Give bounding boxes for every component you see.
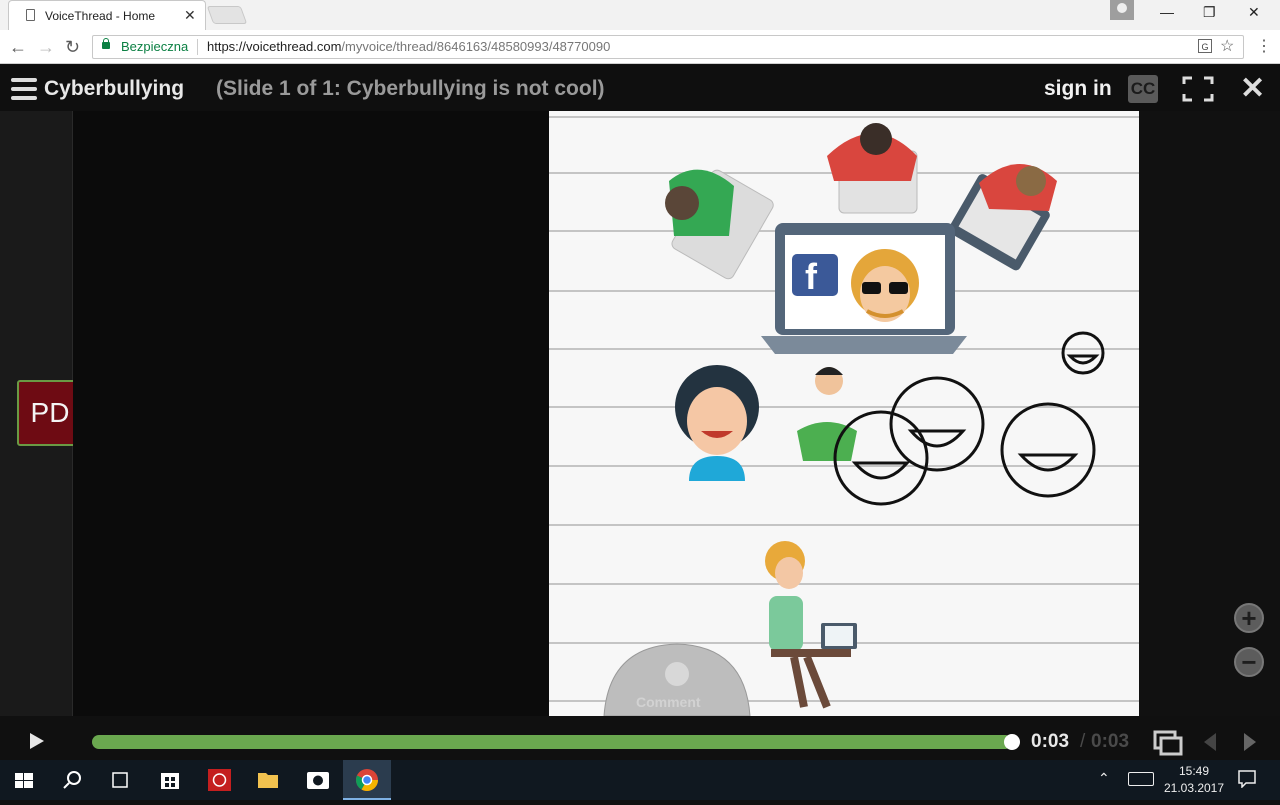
reload-icon[interactable]: ↻ bbox=[65, 37, 80, 58]
restore-icon[interactable]: ❐ bbox=[1203, 4, 1216, 21]
fullscreen-icon[interactable] bbox=[1182, 76, 1214, 102]
person-top-left bbox=[665, 169, 774, 280]
person-top-center bbox=[827, 123, 918, 214]
progress-handle[interactable] bbox=[1004, 734, 1020, 750]
previous-slide-icon[interactable] bbox=[1204, 733, 1216, 751]
secure-label: Bezpieczna bbox=[121, 39, 189, 54]
tab-title: VoiceThread - Home bbox=[45, 9, 156, 23]
camera-app-icon[interactable] bbox=[294, 760, 342, 800]
lock-icon bbox=[102, 38, 110, 49]
forward-icon[interactable]: → bbox=[37, 37, 55, 58]
file-explorer-icon[interactable] bbox=[244, 760, 292, 800]
sad-person-at-laptop bbox=[765, 541, 857, 709]
bookmark-star-icon[interactable]: ☆ bbox=[1220, 36, 1234, 56]
sign-in-link[interactable]: sign in bbox=[1044, 77, 1112, 101]
slide-image: f bbox=[549, 111, 1139, 716]
laptop-facebook: f bbox=[761, 223, 967, 354]
notifications-icon[interactable] bbox=[1238, 770, 1256, 788]
laughing-girl bbox=[675, 365, 759, 481]
profile-icon[interactable] bbox=[1110, 0, 1134, 20]
search-icon[interactable] bbox=[48, 760, 96, 800]
store-icon[interactable] bbox=[146, 760, 194, 800]
slide-info: (Slide 1 of 1: Cyberbullying is not cool… bbox=[216, 77, 605, 100]
browser-tab[interactable]: VoiceThread - Home ✕ bbox=[8, 0, 206, 30]
url-path: /myvoice/thread/8646163/48580993/4877009… bbox=[341, 39, 611, 54]
close-viewer-icon[interactable]: ✕ bbox=[1240, 74, 1265, 104]
svg-text:f: f bbox=[805, 256, 818, 297]
tray-chevron-icon[interactable]: ⌃ bbox=[1098, 770, 1110, 787]
browser-menu-icon[interactable]: ⋮ bbox=[1256, 36, 1272, 56]
window-close-icon[interactable]: ✕ bbox=[1248, 4, 1260, 21]
divider bbox=[197, 39, 198, 55]
current-time: 0:03 bbox=[1031, 731, 1070, 752]
page-icon bbox=[26, 9, 35, 21]
cyberbullying-illustration: f bbox=[549, 116, 1139, 716]
translate-icon[interactable]: G bbox=[1198, 39, 1212, 53]
stage-background bbox=[73, 111, 549, 716]
total-time: 0:03 bbox=[1091, 731, 1130, 752]
closed-captions-button[interactable]: CC bbox=[1128, 75, 1158, 103]
task-view-icon[interactable] bbox=[96, 760, 144, 800]
new-tab-button[interactable] bbox=[206, 6, 248, 24]
laughing-boy bbox=[797, 367, 857, 461]
url-text[interactable]: https://voicethread.com/myvoice/thread/8… bbox=[207, 39, 610, 54]
slides-overview-icon[interactable] bbox=[1153, 730, 1183, 756]
zoom-out-icon[interactable]: − bbox=[1234, 647, 1264, 677]
start-icon[interactable] bbox=[0, 760, 48, 800]
comment-button[interactable]: Comment bbox=[636, 694, 701, 710]
person-top-right bbox=[948, 163, 1057, 271]
laughing-emojis bbox=[833, 331, 1105, 506]
url-host: https://voicethread.com bbox=[207, 39, 342, 54]
clock-date[interactable]: 21.03.2017 bbox=[1160, 781, 1228, 795]
play-icon[interactable] bbox=[30, 733, 44, 749]
progress-bar[interactable] bbox=[92, 735, 1012, 749]
tab-close-icon[interactable]: ✕ bbox=[184, 7, 196, 24]
hamburger-menu-icon[interactable] bbox=[11, 78, 37, 105]
thread-title: Cyberbullying bbox=[44, 77, 185, 100]
app-red-icon[interactable] bbox=[196, 760, 244, 800]
time-separator: / bbox=[1080, 731, 1086, 752]
chrome-icon[interactable] bbox=[343, 760, 391, 800]
keyboard-icon[interactable] bbox=[1128, 772, 1154, 786]
next-slide-icon[interactable] bbox=[1244, 733, 1256, 751]
back-icon[interactable]: ← bbox=[9, 37, 27, 58]
minimize-icon[interactable]: — bbox=[1160, 4, 1174, 20]
clock-time[interactable]: 15:49 bbox=[1168, 764, 1220, 778]
zoom-in-icon[interactable]: + bbox=[1234, 603, 1264, 633]
